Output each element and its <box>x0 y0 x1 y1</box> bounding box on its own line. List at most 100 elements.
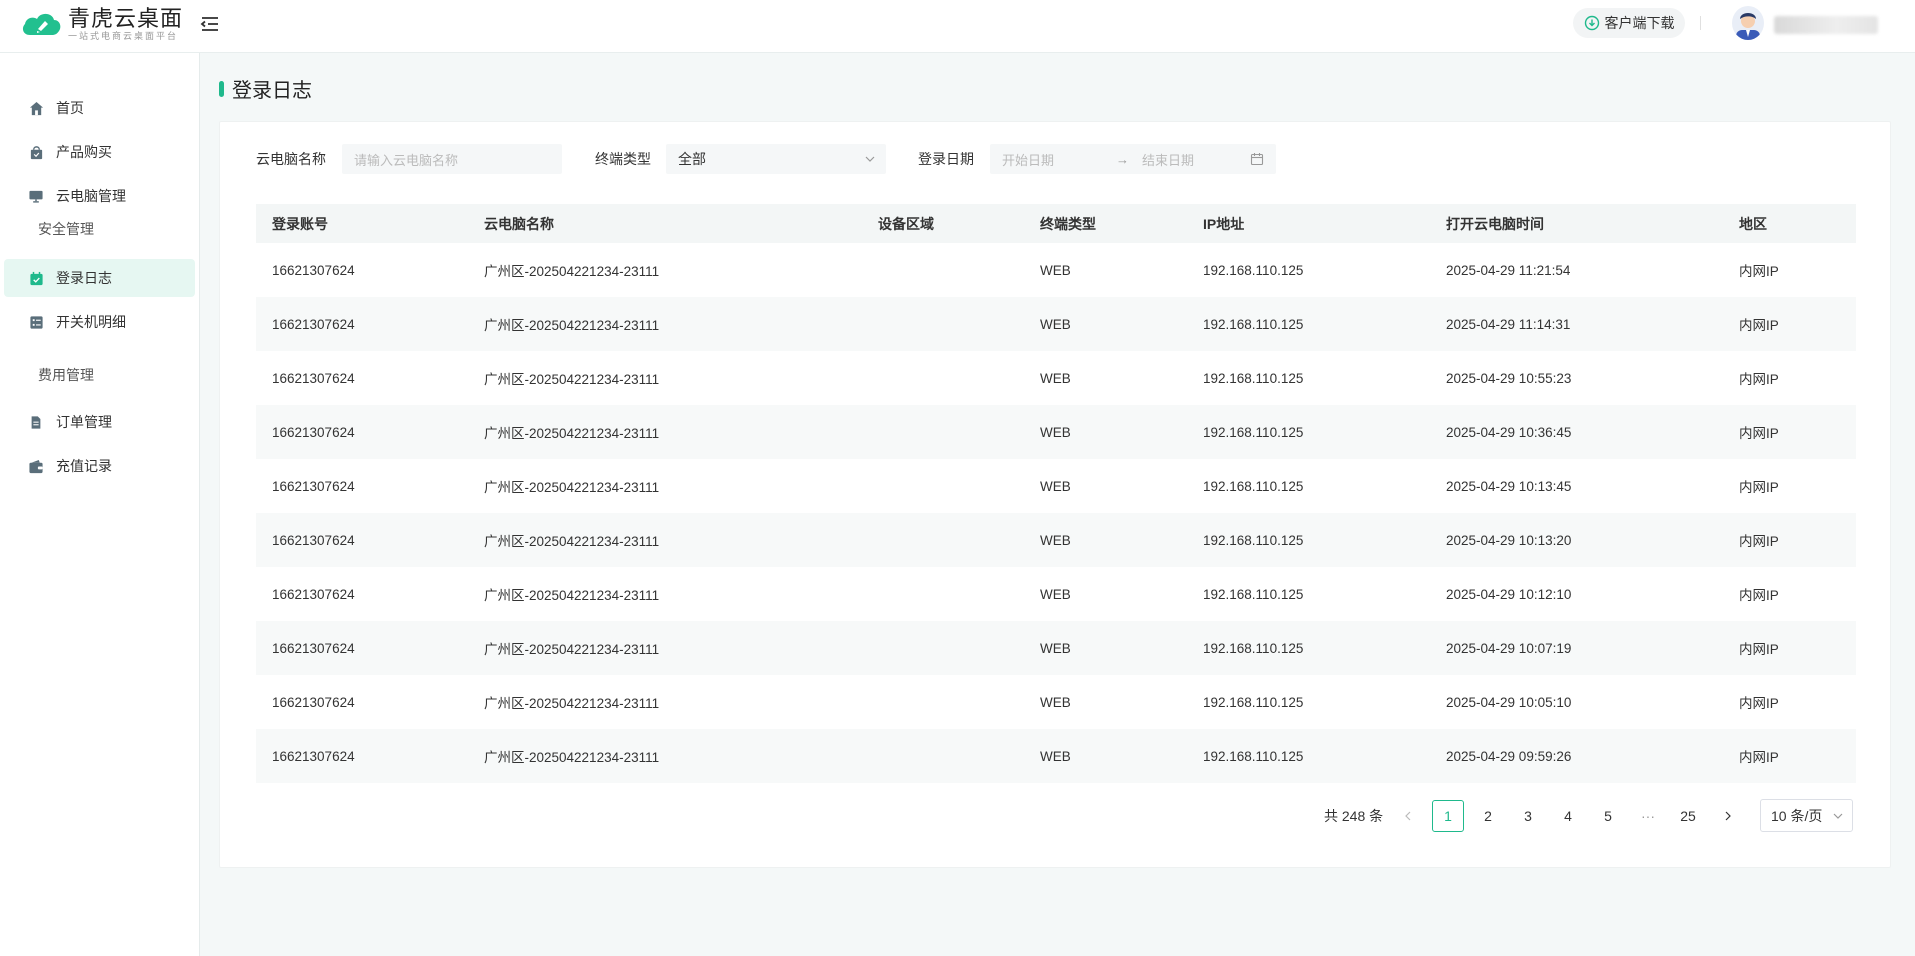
column-header: 登录账号 <box>272 215 328 232</box>
ip-address-cell: 192.168.110.125 <box>1203 370 1304 386</box>
app-subtitle: 一站式电商云桌面平台 <box>68 31 179 41</box>
page-button-3[interactable]: 3 <box>1512 800 1544 832</box>
sidebar-group-security: 安全管理 <box>38 221 94 237</box>
login-account-cell: 16621307624 <box>272 370 355 386</box>
user-name-blurred[interactable] <box>1774 16 1878 34</box>
region-cell: 内网IP <box>1739 372 1779 387</box>
sidebar-item-order-management[interactable]: 订单管理 <box>4 403 195 441</box>
login-account-cell: 16621307624 <box>272 640 355 656</box>
sidebar-item-recharge-records[interactable]: 充值记录 <box>4 447 195 485</box>
sidebar-item-label: 首页 <box>56 100 84 116</box>
page-ellipsis[interactable]: ··· <box>1632 800 1664 832</box>
table-header: 登录账号 云电脑名称 设备区域 终端类型 IP地址 打开云电脑时间 地区 <box>256 204 1856 243</box>
pc-name-cell: 广州区-202504221234-23111 <box>484 696 660 711</box>
date-range-picker[interactable]: 开始日期 → 结束日期 <box>990 144 1276 174</box>
page-button-5[interactable]: 5 <box>1592 800 1624 832</box>
next-page-button[interactable] <box>1712 800 1744 832</box>
content-card: 云电脑名称 请输入云电脑名称 终端类型 全部 登录日期 开始日期 → 结束日期 … <box>219 121 1891 868</box>
open-time-cell: 2025-04-29 10:13:20 <box>1446 532 1572 548</box>
open-time-cell: 2025-04-29 10:36:45 <box>1446 424 1572 440</box>
start-date-placeholder: 开始日期 <box>1002 152 1055 168</box>
divider <box>1700 16 1701 30</box>
client-download-button[interactable]: 客户端下载 <box>1573 8 1685 38</box>
column-header: 设备区域 <box>878 215 934 232</box>
table-row: 16621307624 广州区-202504221234-23111 WEB 192.… <box>256 675 1856 729</box>
page-button-1[interactable]: 1 <box>1432 800 1464 832</box>
list-icon <box>28 314 44 330</box>
document-icon <box>28 414 44 430</box>
login-date-filter-label: 登录日期 <box>918 151 974 167</box>
ip-address-cell: 192.168.110.125 <box>1203 478 1304 494</box>
table-row: 16621307624 广州区-202504221234-23111 WEB 192.… <box>256 405 1856 459</box>
menu-collapse-icon[interactable] <box>199 13 221 35</box>
terminal-type-cell: WEB <box>1040 748 1071 764</box>
page-size-value: 10 条/页 <box>1771 807 1823 824</box>
terminal-type-cell: WEB <box>1040 532 1071 548</box>
terminal-type-cell: WEB <box>1040 586 1071 602</box>
sidebar-item-product-purchase[interactable]: 产品购买 <box>4 133 195 171</box>
region-cell: 内网IP <box>1739 696 1779 711</box>
table-row: 16621307624 广州区-202504221234-23111 WEB 192.… <box>256 351 1856 405</box>
column-header: 云电脑名称 <box>484 215 554 232</box>
pc-name-cell: 广州区-202504221234-23111 <box>484 642 660 657</box>
login-account-cell: 16621307624 <box>272 262 355 278</box>
login-log-table: 登录账号 云电脑名称 设备区域 终端类型 IP地址 打开云电脑时间 地区 166… <box>256 204 1856 783</box>
sidebar-item-power-detail[interactable]: 开关机明细 <box>4 303 195 341</box>
page-button-last[interactable]: 25 <box>1672 800 1704 832</box>
pc-name-cell: 广州区-202504221234-23111 <box>484 264 660 279</box>
ip-address-cell: 192.168.110.125 <box>1203 586 1304 602</box>
login-account-cell: 16621307624 <box>272 748 355 764</box>
terminal-type-cell: WEB <box>1040 316 1071 332</box>
sidebar-item-label: 云电脑管理 <box>56 188 126 204</box>
shopping-bag-icon <box>28 144 44 160</box>
table-row: 16621307624 广州区-202504221234-23111 WEB 192.… <box>256 243 1856 297</box>
page-title-text: 登录日志 <box>232 80 312 102</box>
pc-name-cell: 广州区-202504221234-23111 <box>484 318 660 333</box>
ip-address-cell: 192.168.110.125 <box>1203 694 1304 710</box>
region-cell: 内网IP <box>1739 264 1779 279</box>
login-account-cell: 16621307624 <box>272 694 355 710</box>
terminal-type-cell: WEB <box>1040 694 1071 710</box>
pc-name-cell: 广州区-202504221234-23111 <box>484 750 660 765</box>
range-arrow-icon: → <box>1116 151 1129 167</box>
sidebar-item-label: 充值记录 <box>56 458 112 474</box>
region-cell: 内网IP <box>1739 318 1779 333</box>
open-time-cell: 2025-04-29 11:14:31 <box>1446 316 1571 332</box>
page-button-4[interactable]: 4 <box>1552 800 1584 832</box>
sidebar-item-label: 产品购买 <box>56 144 112 160</box>
calendar-icon <box>1250 153 1264 166</box>
logo[interactable]: 青虎云桌面 一站式电商云桌面平台 <box>20 7 183 41</box>
sidebar-item-label: 开关机明细 <box>56 314 126 330</box>
open-time-cell: 2025-04-29 10:55:23 <box>1446 370 1572 386</box>
terminal-type-cell: WEB <box>1040 640 1071 656</box>
open-time-cell: 2025-04-29 09:59:26 <box>1446 748 1572 764</box>
sidebar-item-login-log[interactable]: 登录日志 <box>4 259 195 297</box>
pc-name-input[interactable]: 请输入云电脑名称 <box>342 144 562 174</box>
monitor-icon <box>28 188 44 204</box>
sidebar-item-cloud-pc-management[interactable]: 云电脑管理 <box>4 177 195 215</box>
open-time-cell: 2025-04-29 10:07:19 <box>1446 640 1572 656</box>
terminal-type-select[interactable]: 全部 <box>666 144 886 174</box>
sidebar-item-home[interactable]: 首页 <box>4 89 195 127</box>
pc-name-cell: 广州区-202504221234-23111 <box>484 372 660 387</box>
region-cell: 内网IP <box>1739 588 1779 603</box>
prev-page-button[interactable] <box>1392 800 1424 832</box>
login-account-cell: 16621307624 <box>272 316 355 332</box>
sidebar: 首页 产品购买 云电脑管理 安全管理 登录日志 开关机明细 费用管理 订单管理 <box>0 53 200 956</box>
region-cell: 内网IP <box>1739 750 1779 765</box>
page-title: 登录日志 <box>219 74 312 103</box>
avatar[interactable] <box>1732 6 1764 40</box>
pc-name-cell: 广州区-202504221234-23111 <box>484 588 660 603</box>
pc-name-cell: 广州区-202504221234-23111 <box>484 534 660 549</box>
open-time-cell: 2025-04-29 11:21:54 <box>1446 262 1571 278</box>
terminal-type-cell: WEB <box>1040 370 1071 386</box>
column-header: 打开云电脑时间 <box>1446 215 1544 232</box>
end-date-placeholder: 结束日期 <box>1142 152 1195 168</box>
chevron-down-icon <box>1833 813 1843 819</box>
page-button-2[interactable]: 2 <box>1472 800 1504 832</box>
page-size-select[interactable]: 10 条/页 <box>1760 799 1853 832</box>
download-icon <box>1584 15 1599 31</box>
table-body: 16621307624 广州区-202504221234-23111 WEB 192.… <box>256 243 1856 783</box>
ip-address-cell: 192.168.110.125 <box>1203 748 1304 764</box>
wallet-icon <box>28 458 44 474</box>
